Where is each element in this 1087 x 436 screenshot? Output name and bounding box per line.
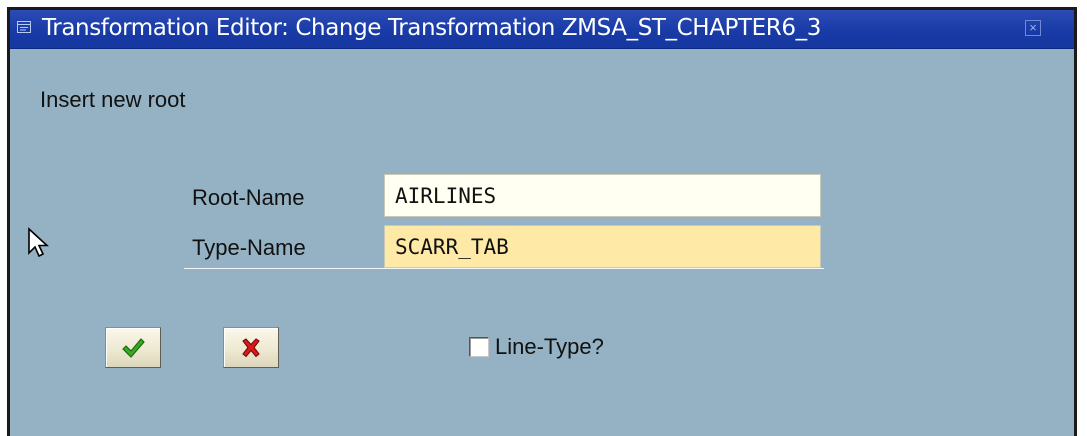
confirm-button[interactable] bbox=[105, 327, 161, 368]
mouse-pointer-icon bbox=[27, 227, 50, 259]
transformation-editor-dialog: Transformation Editor: Change Transforma… bbox=[7, 7, 1077, 436]
close-icon[interactable]: × bbox=[1025, 20, 1041, 36]
cross-icon bbox=[242, 338, 260, 358]
type-name-label: Type-Name bbox=[192, 235, 306, 260]
field-divider bbox=[184, 268, 824, 269]
window-icon bbox=[16, 19, 32, 35]
cancel-button[interactable] bbox=[223, 327, 279, 368]
checkmark-icon bbox=[122, 338, 145, 358]
line-type-checkbox[interactable] bbox=[469, 337, 489, 357]
root-name-label: Root-Name bbox=[192, 185, 305, 210]
title-bar[interactable]: Transformation Editor: Change Transforma… bbox=[10, 10, 1074, 49]
root-name-input[interactable] bbox=[384, 174, 821, 217]
type-name-input[interactable] bbox=[384, 225, 821, 268]
line-type-label[interactable]: Line-Type? bbox=[495, 334, 604, 360]
window-title: Transformation Editor: Change Transforma… bbox=[42, 15, 821, 41]
dialog-header: Insert new root bbox=[40, 87, 186, 112]
